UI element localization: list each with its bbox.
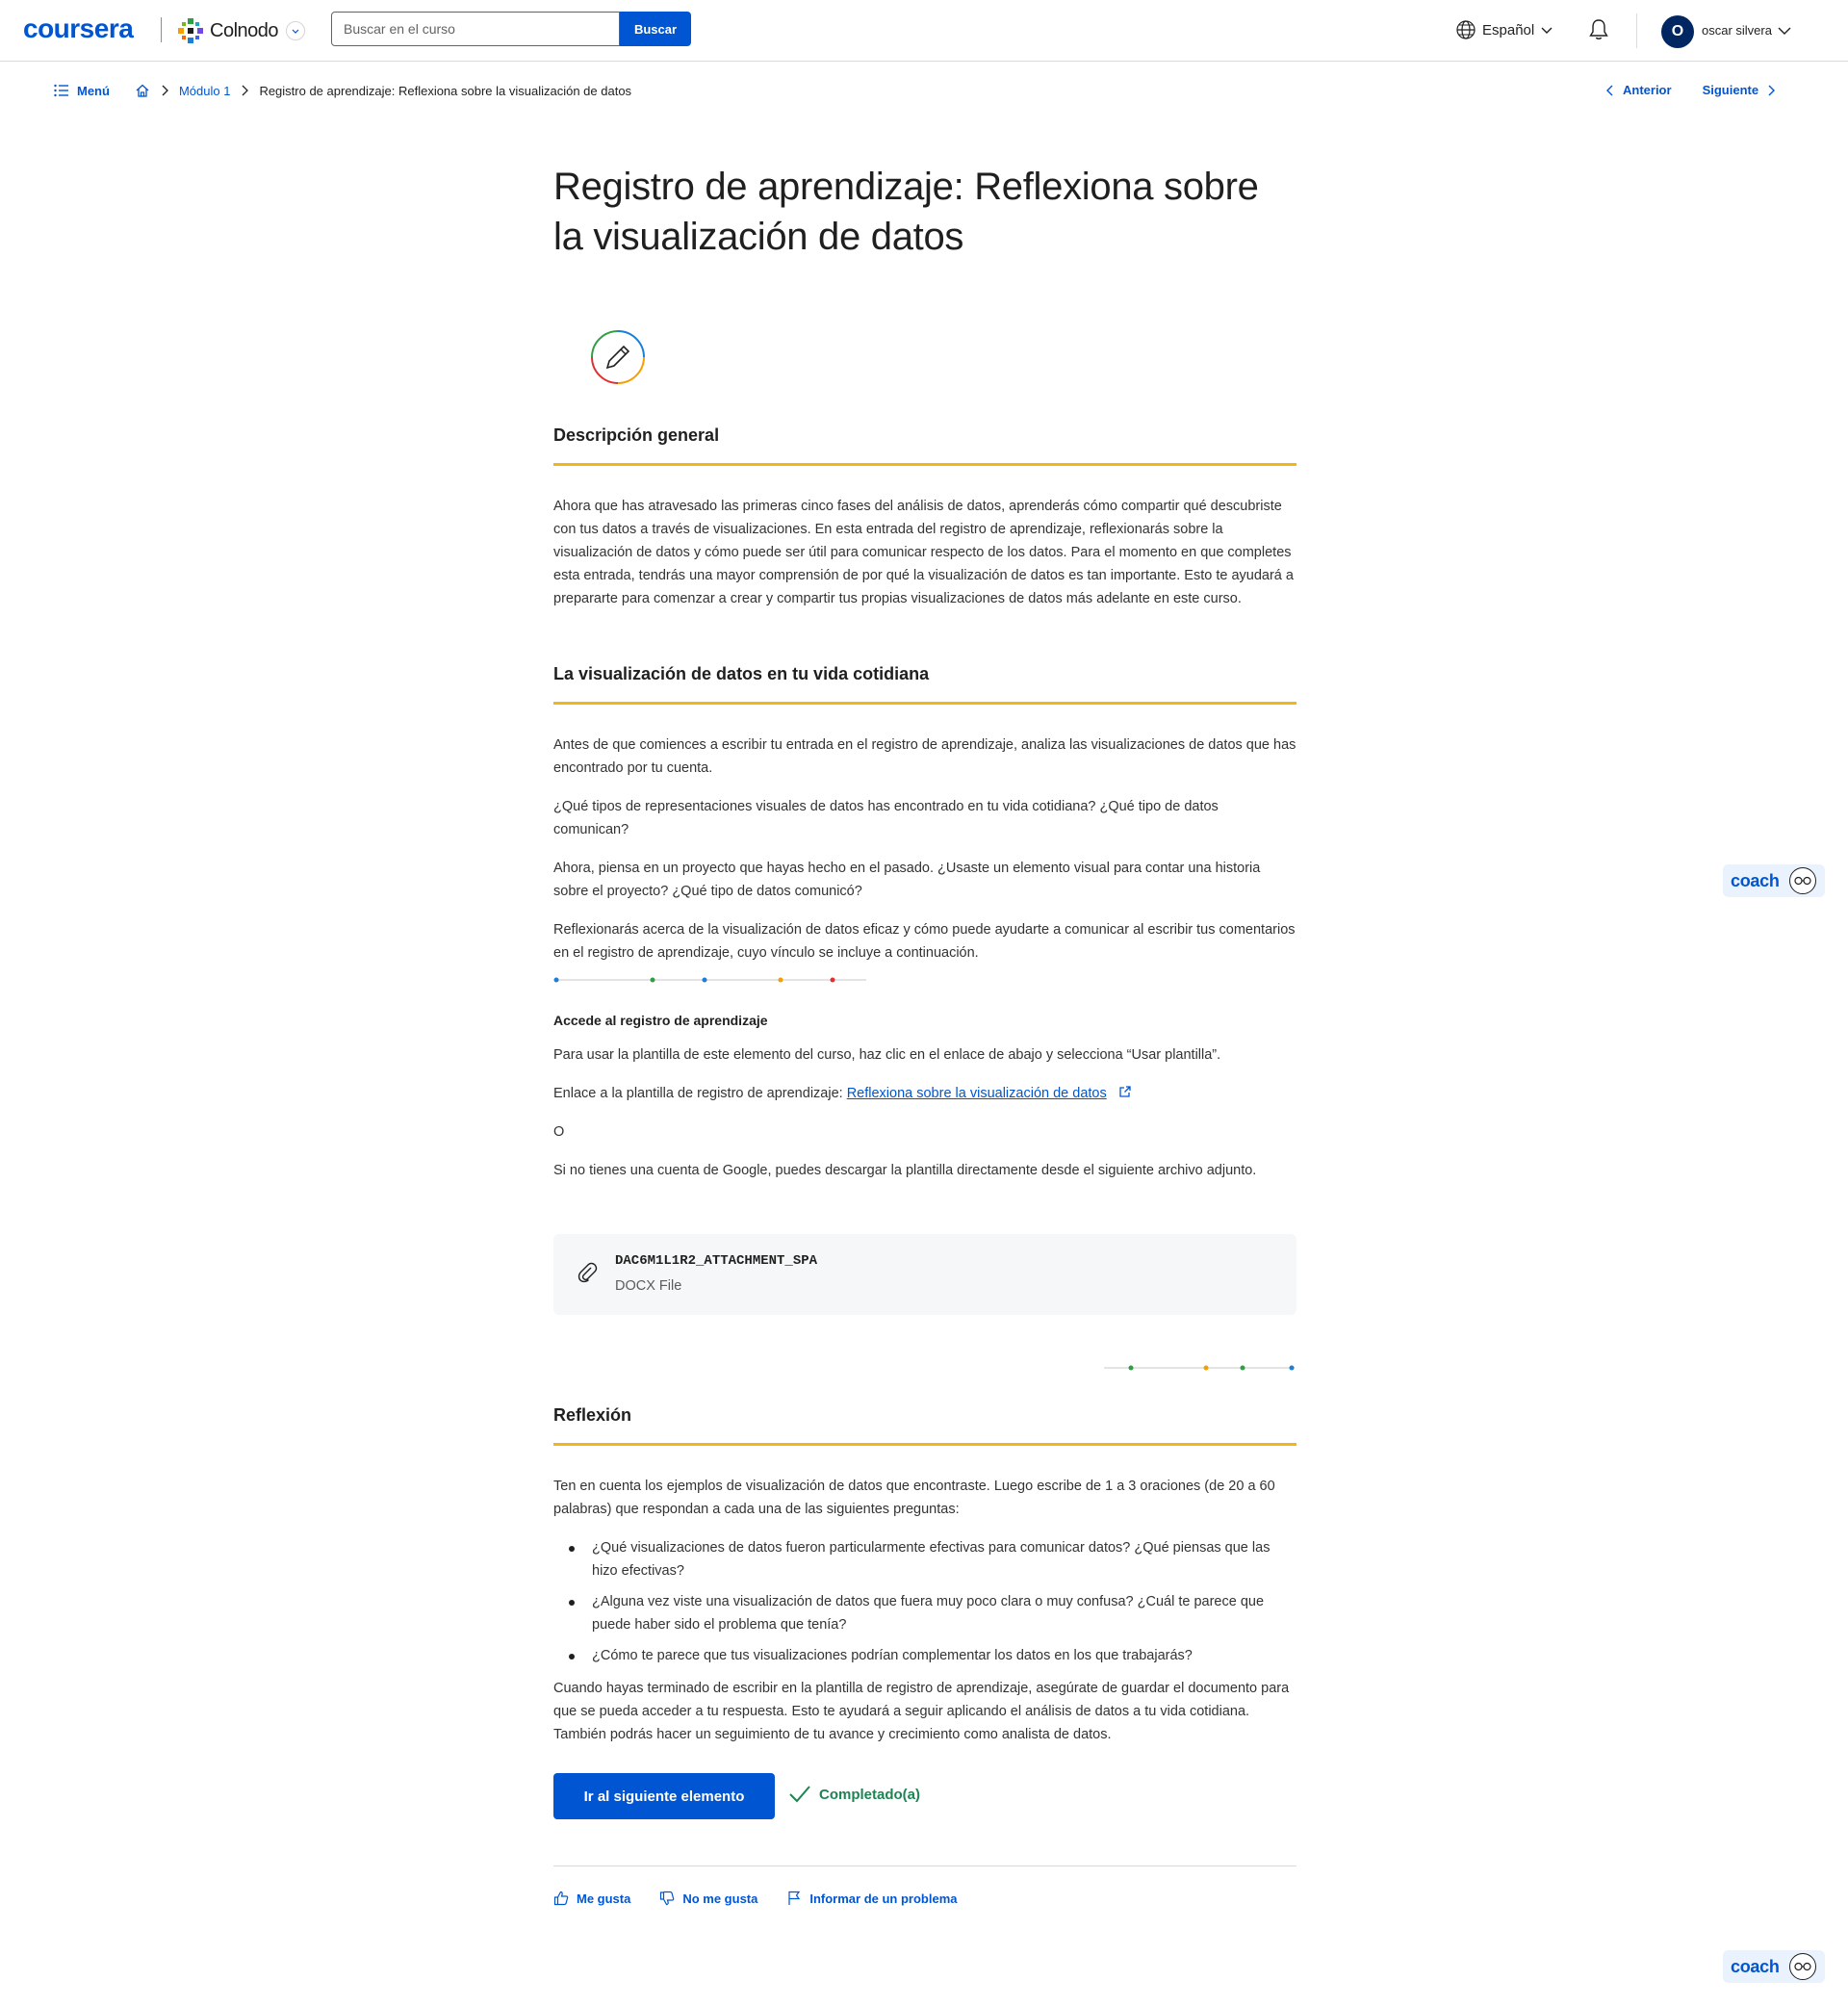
item-navigation: Anterior Siguiente <box>1605 83 1776 97</box>
partner-logo[interactable]: Colnodo <box>177 15 279 46</box>
previous-label: Anterior <box>1623 83 1672 97</box>
search-button[interactable]: Buscar <box>620 12 691 46</box>
coach-glasses-icon <box>1788 1953 1816 1980</box>
external-link-icon[interactable] <box>1118 1085 1132 1098</box>
go-to-next-item-button[interactable]: Ir al siguiente elemento <box>553 1773 775 1819</box>
report-problem-button[interactable]: Informar de un problema <box>786 1891 958 1906</box>
chevron-right-icon <box>240 84 249 97</box>
list-item: ¿Alguna vez viste una visualización de d… <box>553 1590 1296 1636</box>
next-button[interactable]: Siguiente <box>1703 83 1777 97</box>
template-link[interactable]: Reflexiona sobre la visualización de dat… <box>847 1086 1107 1101</box>
partner-menu-chevron-icon[interactable] <box>286 21 305 40</box>
chevron-left-icon <box>1606 85 1613 95</box>
dislike-button[interactable]: No me gusta <box>659 1891 757 1906</box>
access-heading: Accede al registro de aprendizaje <box>553 1013 768 1028</box>
coach-button[interactable]: coach <box>1723 1950 1825 1983</box>
completed-status: Completado(a) <box>788 1785 920 1804</box>
pencil-edit-icon <box>590 329 646 390</box>
completed-label: Completado(a) <box>819 1786 920 1803</box>
chevron-right-icon <box>160 84 169 97</box>
coursera-logo[interactable]: coursera <box>23 13 134 44</box>
daily-paragraph-1: Antes de que comiences a escribir tu ent… <box>553 737 1296 776</box>
coach-label: coach <box>1731 1956 1780 1976</box>
user-menu-chevron-down-icon[interactable] <box>1777 23 1792 43</box>
reflection-heading: Reflexión <box>553 1405 1296 1446</box>
colnodo-logo-icon <box>178 18 203 43</box>
flag-icon <box>788 1891 801 1905</box>
breadcrumb-module-link[interactable]: Módulo 1 <box>179 84 230 98</box>
language-label: Español <box>1482 21 1535 39</box>
attachment-name: DAC6M1L1R2_ATTACHMENT_SPA <box>615 1253 818 1269</box>
avatar[interactable]: O <box>1661 15 1694 48</box>
template-link-prefix: Enlace a la plantilla de registro de apr… <box>553 1086 847 1101</box>
like-label: Me gusta <box>577 1891 631 1906</box>
report-problem-label: Informar de un problema <box>809 1891 958 1906</box>
decorative-dots-divider <box>553 977 866 983</box>
coach-glasses-icon <box>1788 867 1816 894</box>
checkmark-icon <box>789 1786 810 1803</box>
menu-toggle[interactable]: Menú <box>54 84 110 98</box>
paperclip-icon <box>577 1261 598 1289</box>
page-title: Registro de aprendizaje: Reflexiona sobr… <box>553 166 1259 258</box>
chevron-right-icon <box>1768 85 1776 95</box>
previous-button[interactable]: Anterior <box>1605 83 1672 97</box>
breadcrumb: Menú Módulo 1 Registro de aprendizaje: R… <box>54 83 631 98</box>
chevron-down-icon <box>1541 27 1553 34</box>
search-input[interactable] <box>331 12 620 46</box>
notifications-bell-icon[interactable] <box>1586 17 1611 47</box>
like-button[interactable]: Me gusta <box>553 1891 630 1906</box>
logo-divider <box>161 17 162 42</box>
coach-label: coach <box>1731 870 1780 890</box>
daily-paragraph-4: Reflexionarás acerca de la visualización… <box>553 922 1296 961</box>
language-selector[interactable]: Español <box>1455 19 1553 40</box>
home-icon[interactable] <box>135 83 150 98</box>
list-menu-icon <box>54 84 68 97</box>
divider <box>553 1865 1296 1866</box>
feedback-bar: Me gusta No me gusta Informar de un prob… <box>553 1891 958 1906</box>
attachment-card[interactable]: DAC6M1L1R2_ATTACHMENT_SPA DOCX File <box>553 1234 1296 1315</box>
questions-list: ¿Qué visualizaciones de datos fueron par… <box>553 1536 1296 1675</box>
reflection-paragraph-1: Ten en cuenta los ejemplos de visualizac… <box>553 1479 1275 1517</box>
template-link-line: Enlace a la plantilla de registro de apr… <box>553 1082 1296 1105</box>
reflection-paragraph-2: Cuando hayas terminado de escribir en la… <box>553 1681 1290 1742</box>
list-item: ¿Qué visualizaciones de datos fueron par… <box>553 1536 1296 1582</box>
menu-label: Menú <box>77 83 110 98</box>
thumbs-up-icon <box>553 1891 569 1906</box>
top-header: coursera Colnodo Buscar Español O oscar … <box>0 0 1848 62</box>
daily-life-heading: La visualización de datos en tu vida cot… <box>553 664 1296 705</box>
access-paragraph-2: Si no tienes una cuenta de Google, puede… <box>553 1163 1257 1178</box>
overview-text: Ahora que has atravesado las primeras ci… <box>553 499 1294 606</box>
globe-icon <box>1456 20 1476 39</box>
daily-paragraph-3: Ahora, piensa en un proyecto que hayas h… <box>553 861 1261 899</box>
daily-paragraph-2: ¿Qué tipos de representaciones visuales … <box>553 799 1219 837</box>
decorative-dots-divider <box>1104 1365 1295 1371</box>
header-divider <box>1636 13 1637 48</box>
breadcrumb-current: Registro de aprendizaje: Reflexiona sobr… <box>259 83 632 98</box>
access-paragraph-1: Para usar la plantilla de este elemento … <box>553 1047 1221 1063</box>
next-label: Siguiente <box>1702 83 1759 97</box>
attachment-type: DOCX File <box>615 1278 682 1294</box>
partner-name: Colnodo <box>210 19 279 41</box>
thumbs-down-icon <box>660 1891 675 1906</box>
coach-button[interactable]: coach <box>1723 864 1825 897</box>
overview-heading: Descripción general <box>553 425 1296 466</box>
list-item: ¿Cómo te parece que tus visualizaciones … <box>553 1644 1296 1667</box>
username[interactable]: oscar silvera <box>1702 23 1772 38</box>
dislike-label: No me gusta <box>682 1891 758 1906</box>
reading-content: Registro de aprendizaje: Reflexiona sobr… <box>553 162 1296 1906</box>
or-text: O <box>553 1124 565 1140</box>
